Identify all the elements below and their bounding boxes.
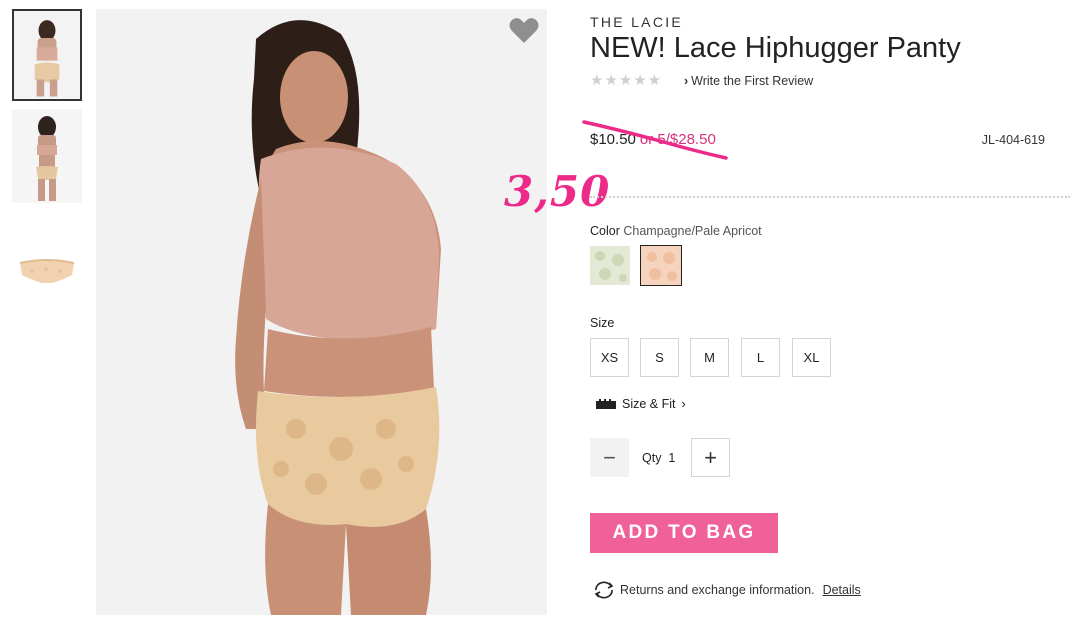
add-to-bag-button[interactable]: ADD TO BAG bbox=[590, 513, 778, 553]
returns-info: Returns and exchange information. Detail… bbox=[592, 581, 861, 599]
size-option-m[interactable]: M bbox=[690, 338, 729, 377]
divider bbox=[590, 196, 1070, 198]
chevron-right-icon: › bbox=[684, 74, 689, 88]
color-swatch-apricot[interactable] bbox=[640, 245, 682, 286]
thumbnail-image bbox=[12, 109, 82, 203]
quantity-value: 1 bbox=[668, 451, 676, 465]
size-fit-link[interactable]: Size & Fit › bbox=[596, 397, 686, 411]
returns-text: Returns and exchange information. bbox=[620, 583, 815, 597]
color-label-text: Color bbox=[590, 224, 620, 238]
size-option-s[interactable]: S bbox=[640, 338, 679, 377]
exchange-icon bbox=[594, 581, 614, 599]
heart-icon[interactable] bbox=[509, 17, 539, 45]
quantity-display: Qty 1 bbox=[642, 451, 675, 465]
thumbnail-image bbox=[12, 211, 82, 335]
thumbnail-front-view[interactable] bbox=[12, 109, 82, 203]
selected-color: Champagne/Pale Apricot bbox=[623, 224, 762, 238]
returns-details-link[interactable]: Details bbox=[823, 583, 861, 597]
thumbnail-back-view[interactable] bbox=[12, 9, 82, 101]
apricot-floral-swatch bbox=[641, 246, 681, 285]
strikethrough-scribble bbox=[582, 120, 728, 160]
product-sku: JL-404-619 bbox=[981, 133, 1045, 147]
sage-floral-swatch bbox=[590, 246, 630, 285]
size-fit-label: Size & Fit bbox=[622, 397, 676, 411]
quantity-label: Qty bbox=[642, 451, 662, 465]
model-photo bbox=[96, 9, 547, 615]
quantity-increase-button[interactable]: + bbox=[691, 438, 730, 477]
product-title: NEW! Lace Hiphugger Panty bbox=[590, 32, 961, 64]
quantity-decrease-button[interactable]: − bbox=[590, 438, 629, 477]
ruler-icon bbox=[596, 399, 616, 409]
write-review-link[interactable]: › Write the First Review bbox=[684, 74, 813, 88]
size-option-xl[interactable]: XL bbox=[792, 338, 831, 377]
color-label: Color Champagne/Pale Apricot bbox=[590, 224, 762, 238]
chevron-right-icon: › bbox=[681, 397, 686, 411]
thumbnail-product-view[interactable] bbox=[12, 211, 82, 335]
write-review-label: Write the First Review bbox=[691, 74, 814, 88]
size-option-xs[interactable]: XS bbox=[590, 338, 629, 377]
color-swatch-sage[interactable] bbox=[590, 246, 630, 285]
thumbnail-image bbox=[14, 11, 80, 99]
collection-name: THE LACIE bbox=[590, 14, 684, 30]
handwritten-price: 3,50 bbox=[504, 167, 611, 216]
main-product-image bbox=[96, 9, 547, 615]
star-rating: ★★★★★ bbox=[590, 72, 663, 89]
size-label: Size bbox=[590, 316, 615, 330]
size-option-l[interactable]: L bbox=[741, 338, 780, 377]
